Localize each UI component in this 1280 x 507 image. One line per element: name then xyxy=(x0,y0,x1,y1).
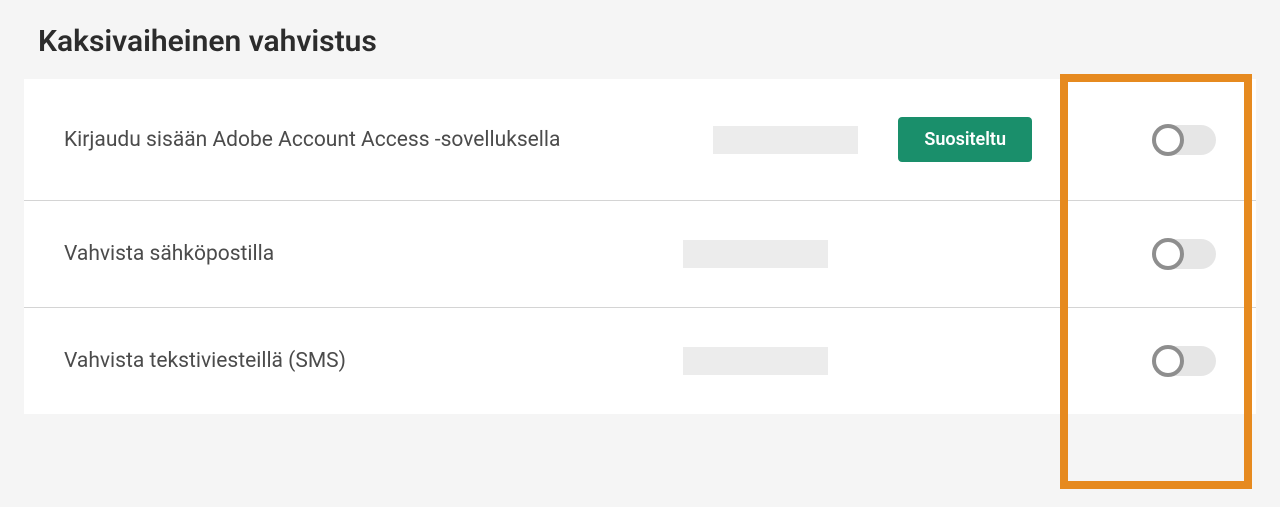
recommended-badge: Suositeltu xyxy=(898,117,1032,162)
toggle-sms[interactable] xyxy=(1152,346,1216,376)
toggle-knob-icon xyxy=(1152,345,1184,377)
row-label: Vahvista sähköpostilla xyxy=(64,242,683,266)
two-step-verification-panel: Kirjaudu sisään Adobe Account Access -so… xyxy=(24,79,1256,414)
row-label: Kirjaudu sisään Adobe Account Access -so… xyxy=(64,128,713,152)
section-title: Kaksivaiheinen vahvistus xyxy=(38,24,1256,59)
placeholder-box xyxy=(683,347,828,375)
placeholder-box xyxy=(713,126,858,154)
row-sms: Vahvista tekstiviesteillä (SMS) xyxy=(24,308,1256,414)
row-label: Vahvista tekstiviesteillä (SMS) xyxy=(64,349,683,373)
row-email: Vahvista sähköpostilla xyxy=(24,201,1256,308)
toggle-knob-icon xyxy=(1152,124,1184,156)
toggle-knob-icon xyxy=(1152,238,1184,270)
toggle-adobe-account-access[interactable] xyxy=(1152,125,1216,155)
placeholder-box xyxy=(683,240,828,268)
row-adobe-account-access: Kirjaudu sisään Adobe Account Access -so… xyxy=(24,79,1256,201)
toggle-email[interactable] xyxy=(1152,239,1216,269)
